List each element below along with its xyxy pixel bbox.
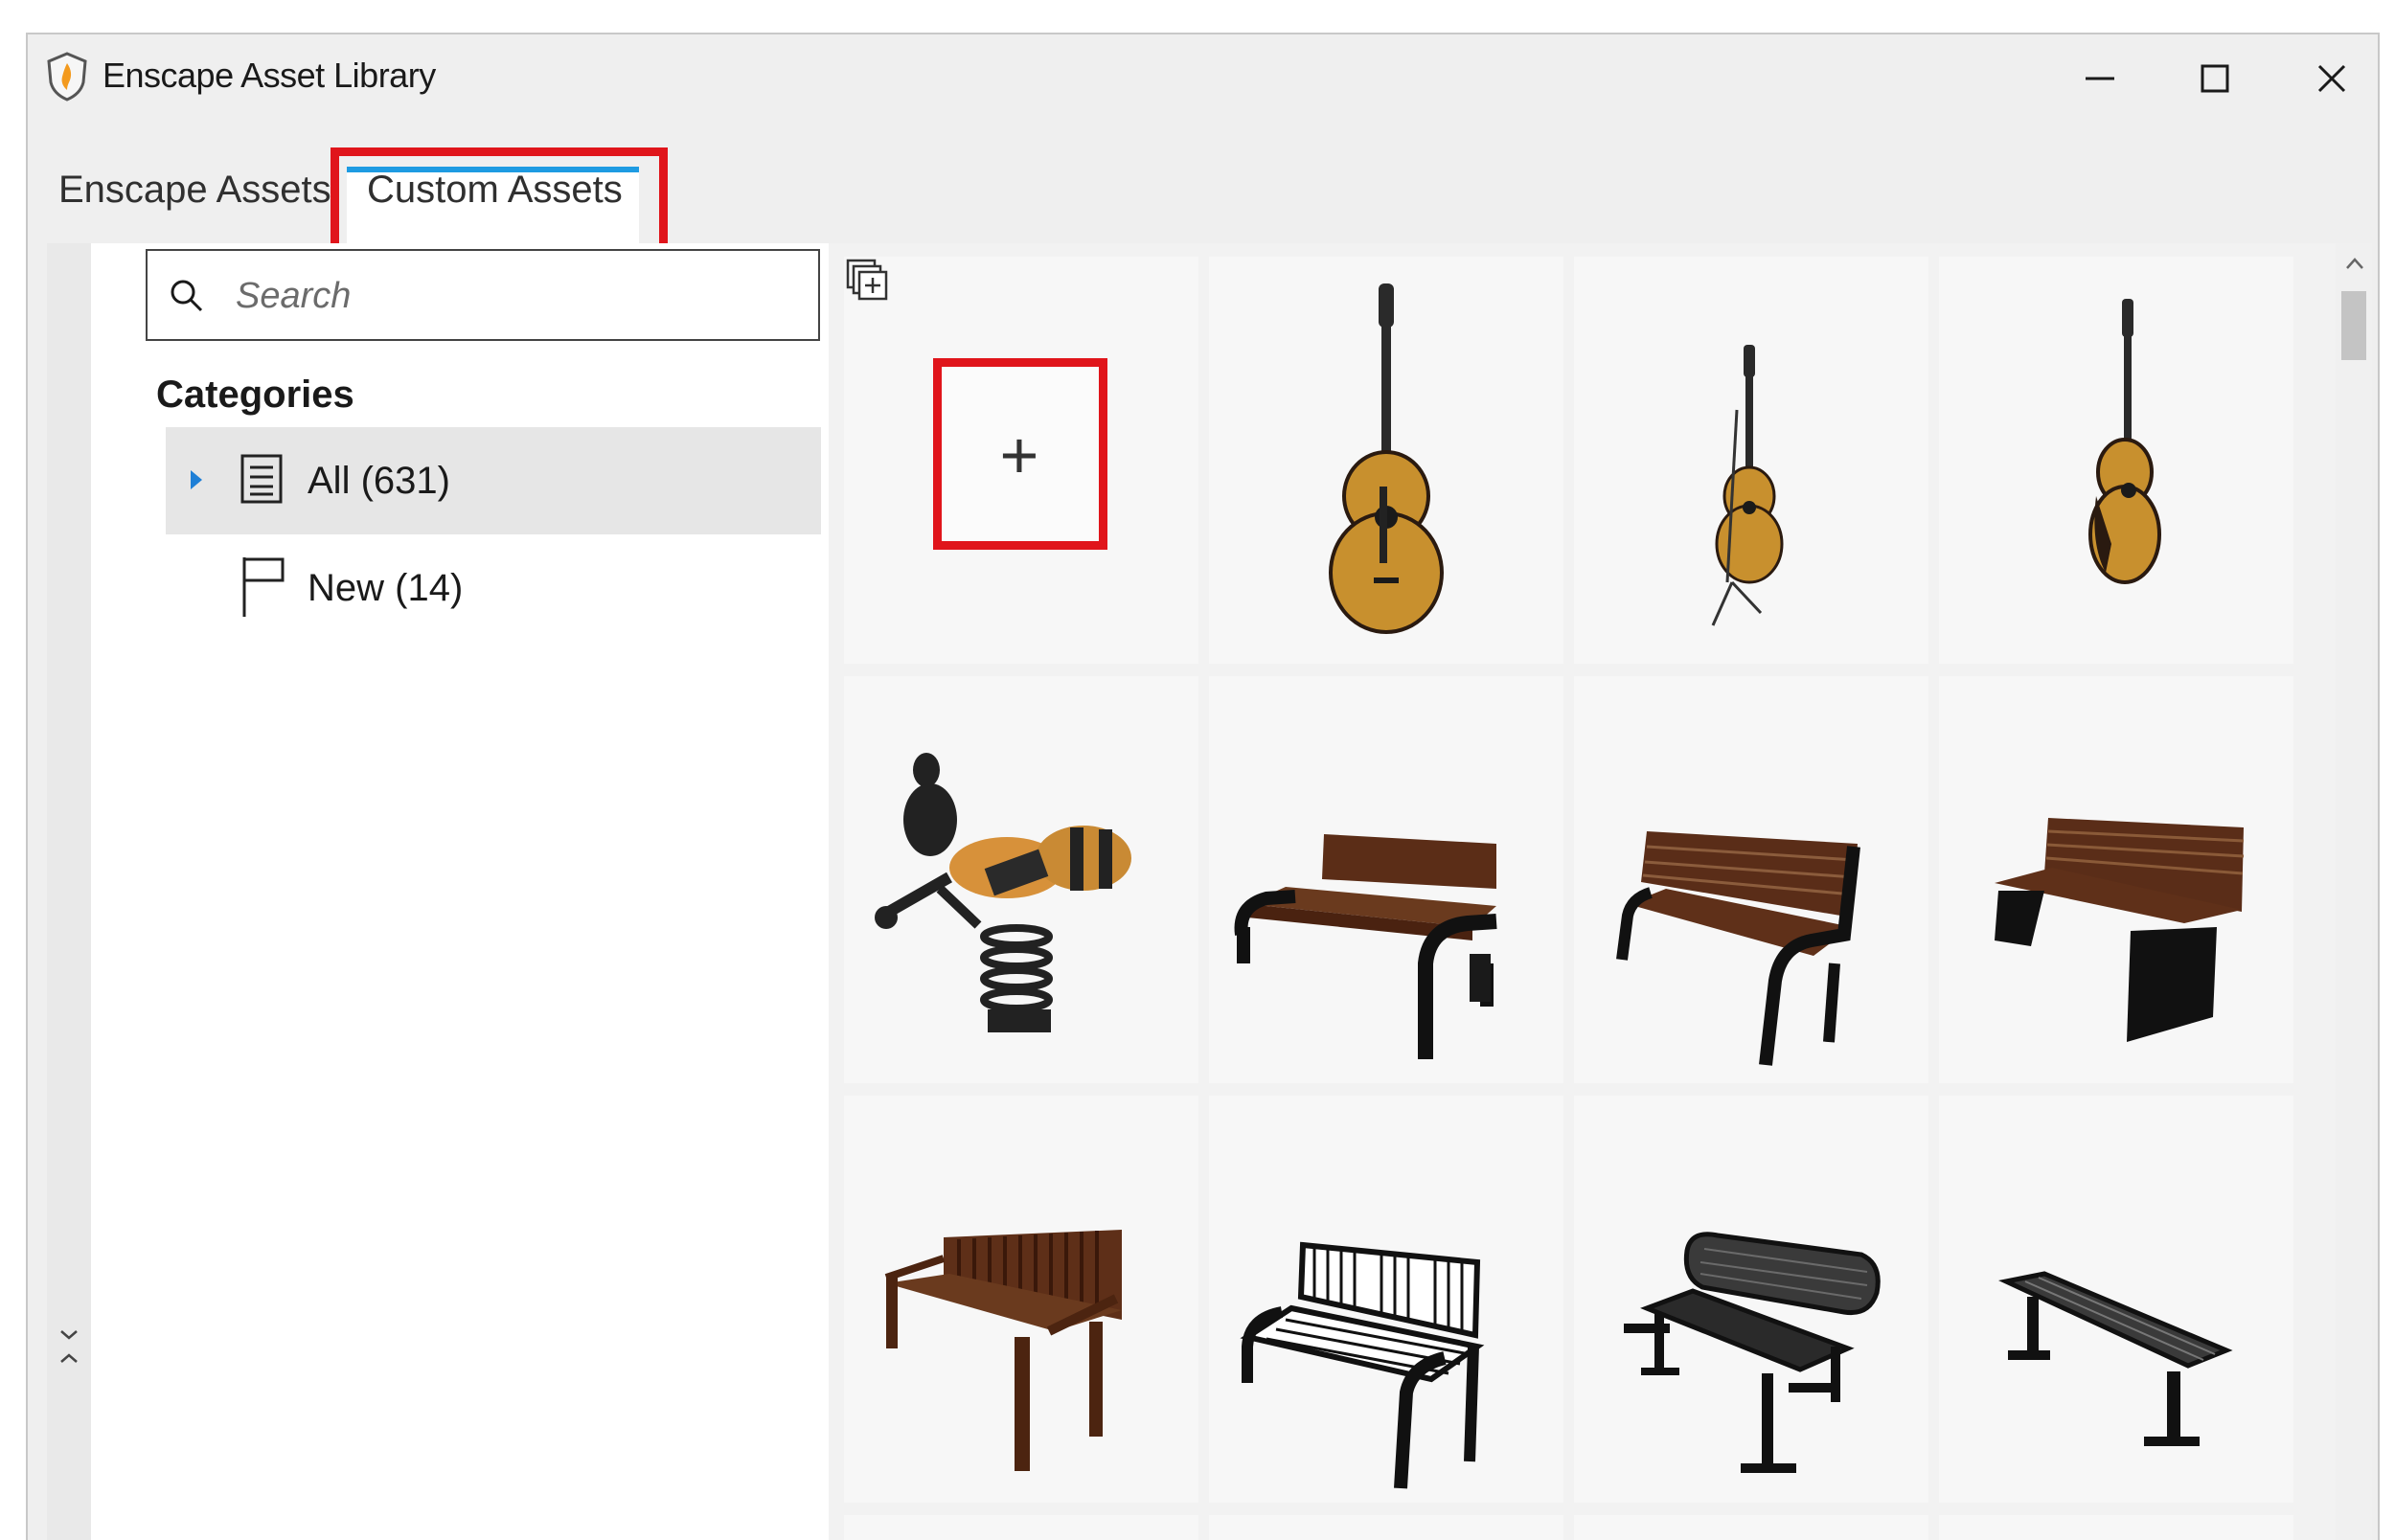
enscape-logo-icon [47, 52, 87, 102]
asset-tile[interactable] [1574, 1515, 1928, 1540]
sidebar: Categories All (631) New (14) [91, 243, 829, 1540]
asset-grid: + [829, 243, 2336, 1540]
scroll-up-icon[interactable] [2345, 257, 2364, 270]
asset-tile[interactable] [1209, 257, 1563, 664]
window-title: Enscape Asset Library [103, 56, 436, 95]
category-label-all: All (631) [308, 460, 450, 502]
minimize-button[interactable] [2057, 48, 2143, 109]
add-button-highlight-box [933, 358, 1107, 550]
search-icon [171, 280, 203, 312]
content-area: Categories All (631) New (14) [47, 243, 2372, 1540]
asset-library-window: Enscape Asset Library Enscape Assets Cus… [26, 33, 2380, 1540]
guitar-icon [1329, 283, 1444, 634]
asset-tile[interactable] [1939, 1096, 2293, 1503]
scrollbar-thumb[interactable] [2341, 291, 2366, 360]
asset-tile[interactable] [1939, 257, 2293, 664]
vertical-scrollbar[interactable] [2336, 243, 2372, 1540]
list-icon [240, 454, 283, 504]
guitar-icon [2088, 299, 2161, 584]
asset-tile[interactable] [1209, 676, 1563, 1083]
title-bar[interactable]: Enscape Asset Library [28, 34, 2378, 123]
wooden-bench-icon [884, 1230, 1122, 1471]
maximize-button[interactable] [2172, 48, 2258, 109]
close-button[interactable] [2289, 48, 2375, 109]
asset-tile[interactable] [1209, 1515, 1563, 1540]
flag-icon [242, 557, 285, 617]
category-label-new: New (14) [308, 567, 464, 609]
asset-tile[interactable] [1574, 257, 1928, 664]
asset-tile[interactable] [1939, 1515, 2293, 1540]
metal-bench-icon [1624, 1232, 1881, 1473]
asset-tile[interactable] [844, 1096, 1198, 1503]
add-asset-tile[interactable]: + [844, 257, 1198, 664]
search-input[interactable] [234, 266, 803, 326]
guitar-on-stand-icon [1711, 345, 1784, 626]
categories-heading: Categories [156, 374, 354, 416]
expand-arrow-icon[interactable] [190, 469, 203, 490]
metal-bench-icon [1240, 1241, 1485, 1489]
asset-tile[interactable] [844, 1515, 1198, 1540]
asset-tile[interactable] [1209, 1096, 1563, 1503]
category-item-new[interactable]: New (14) [166, 534, 821, 642]
maximize-icon [2201, 64, 2229, 93]
asset-tile[interactable] [1939, 676, 2293, 1083]
bench-icon [1995, 818, 2245, 1042]
close-icon [2317, 64, 2346, 93]
tab-enscape-assets[interactable]: Enscape Assets [58, 169, 331, 212]
asset-tile[interactable] [844, 676, 1198, 1083]
spring-rider-icon [875, 753, 1131, 1032]
bench-icon [1234, 834, 1497, 1059]
collapse-strip[interactable] [47, 243, 91, 1540]
add-copy-icon[interactable] [844, 257, 892, 305]
minimize-icon [2086, 77, 2114, 80]
backless-bench-icon [1998, 1271, 2233, 1446]
search-box[interactable] [146, 249, 820, 341]
bench-icon [1616, 831, 1860, 1066]
asset-tile[interactable] [1574, 676, 1928, 1083]
asset-tile[interactable] [1574, 1096, 1928, 1503]
category-item-all[interactable]: All (631) [166, 427, 821, 534]
collapse-icon[interactable] [57, 1327, 81, 1366]
